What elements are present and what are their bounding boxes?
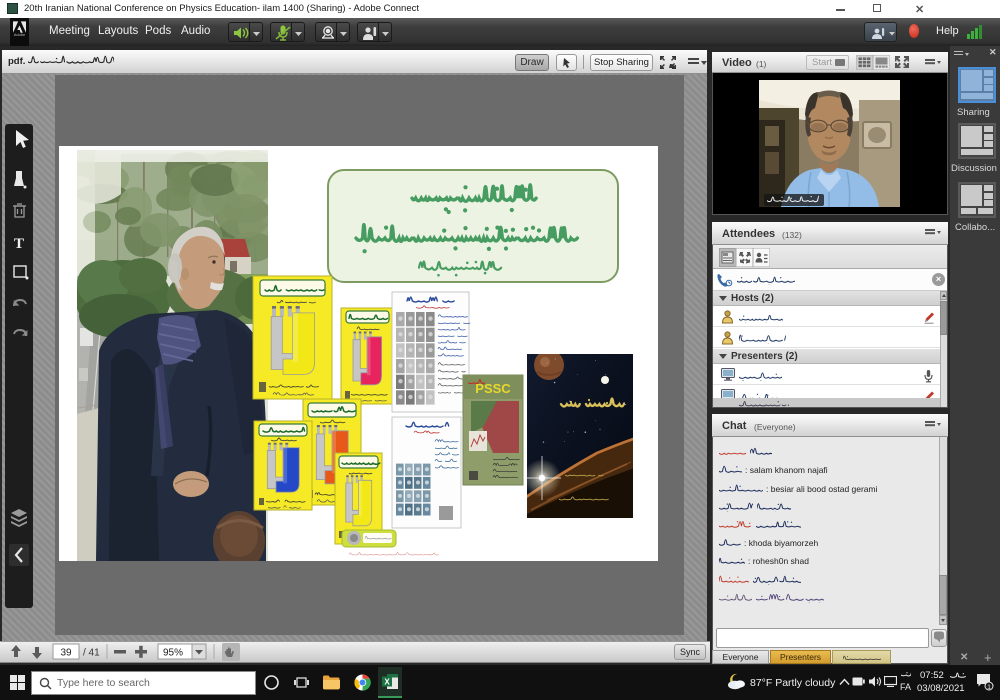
svg-text:39: 39 bbox=[60, 648, 72, 659]
svg-text:X: X bbox=[384, 678, 390, 687]
svg-text:95%: 95% bbox=[163, 648, 183, 659]
svg-text:PSSC: PSSC bbox=[475, 381, 511, 396]
svg-text:1: 1 bbox=[987, 684, 991, 691]
svg-text:/ 41: / 41 bbox=[83, 648, 100, 659]
svg-text:T: T bbox=[14, 236, 24, 252]
